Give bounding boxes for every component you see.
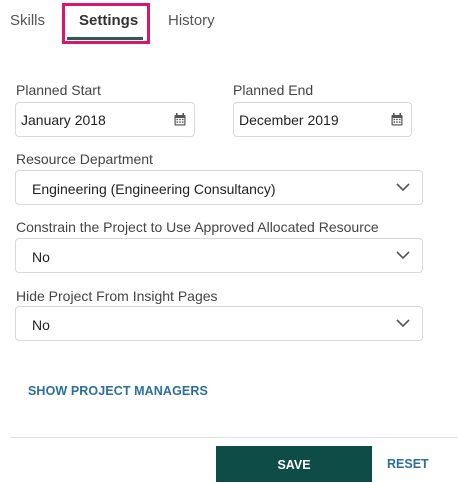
action-footer: SAVE RESET [10, 437, 458, 482]
planned-start-value: January 2018 [21, 112, 106, 128]
chevron-down-icon [396, 183, 410, 192]
hide-project-select[interactable]: No [15, 306, 423, 341]
constrain-project-value: No [32, 249, 50, 265]
planned-start-field[interactable]: January 2018 [15, 102, 195, 137]
tab-bar: Skills Settings History [0, 0, 458, 48]
constrain-project-label: Constrain the Project to Use Approved Al… [16, 219, 379, 235]
show-project-managers-link[interactable]: SHOW PROJECT MANAGERS [28, 384, 208, 398]
resource-department-label: Resource Department [16, 151, 153, 167]
calendar-icon[interactable] [174, 113, 186, 126]
save-button[interactable]: SAVE [216, 446, 372, 482]
planned-end-field[interactable]: December 2019 [233, 102, 412, 137]
planned-end-label: Planned End [233, 82, 314, 98]
reset-button[interactable]: RESET [387, 457, 429, 471]
hide-project-value: No [32, 317, 50, 333]
chevron-down-icon [396, 319, 410, 328]
constrain-project-select[interactable]: No [15, 238, 423, 273]
planned-end-value: December 2019 [239, 112, 339, 128]
tab-skills[interactable]: Skills [10, 12, 45, 29]
resource-department-select[interactable]: Engineering (Engineering Consultancy) [15, 170, 423, 205]
calendar-icon[interactable] [391, 113, 403, 126]
chevron-down-icon [396, 251, 410, 260]
resource-department-value: Engineering (Engineering Consultancy) [32, 181, 276, 197]
tab-highlight-box [62, 3, 150, 44]
hide-project-label: Hide Project From Insight Pages [16, 288, 218, 304]
planned-start-label: Planned Start [16, 82, 101, 98]
tab-history[interactable]: History [168, 12, 215, 29]
